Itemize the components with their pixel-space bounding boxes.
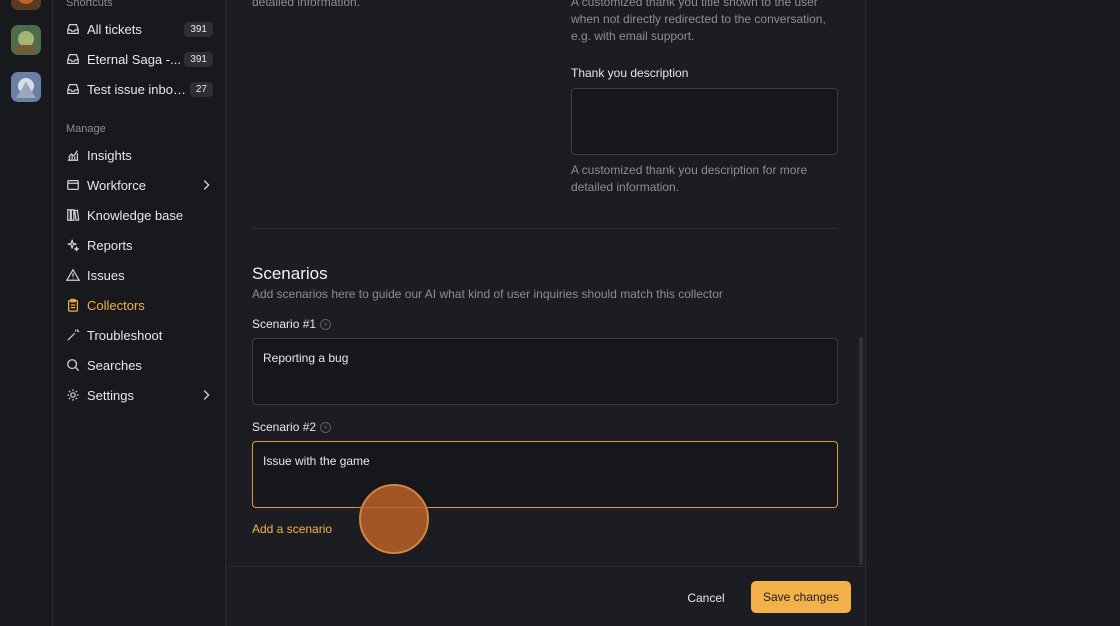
chart-icon — [66, 148, 80, 162]
thank-you-description-label: Thank you description — [571, 66, 689, 80]
sidebar-item-troubleshoot[interactable]: Troubleshoot — [58, 322, 218, 348]
shortcut-count: 27 — [189, 81, 213, 97]
scenarios-subtitle: Add scenarios here to guide our AI what … — [252, 287, 723, 301]
scenarios-heading: Scenarios — [252, 264, 328, 283]
form-footer: Cancel Save changes — [226, 566, 865, 626]
wand-icon — [66, 328, 80, 342]
shortcut-label: Eternal Saga -... — [87, 51, 181, 67]
scenario-value: Issue with the game — [263, 454, 370, 468]
sidebar-item-label: Workforce — [87, 177, 146, 193]
sidebar-item-knowledge-base[interactable]: Knowledge base — [58, 202, 218, 228]
sidebar: Shortcuts All tickets 391 Eternal Saga -… — [53, 0, 226, 626]
sidebar-item-reports[interactable]: Reports — [58, 232, 218, 258]
calendar-icon — [66, 178, 80, 192]
scenario-label-text: Scenario #1 — [252, 317, 317, 331]
workspace-avatar-3[interactable] — [11, 72, 41, 102]
manage-label: Manage — [66, 123, 106, 135]
sidebar-item-searches[interactable]: Searches — [58, 352, 218, 378]
thank-you-title-hint: A customized thank you title shown to th… — [571, 0, 826, 43]
sidebar-item-settings[interactable]: Settings — [58, 382, 218, 408]
sidebar-item-label: Knowledge base — [87, 207, 184, 223]
top-left-hint: detailed information. — [252, 0, 361, 9]
sidebar-item-label: Searches — [87, 357, 142, 373]
search-icon — [66, 358, 80, 372]
thank-you-description-field[interactable] — [571, 88, 838, 155]
scenario-1-field[interactable]: Reporting a bug — [252, 338, 838, 405]
cancel-button[interactable]: Cancel — [678, 586, 734, 610]
sidebar-item-label: Issues — [87, 267, 125, 283]
sidebar-item-label: Reports — [87, 237, 133, 253]
workspace-avatar-2[interactable] — [11, 25, 41, 55]
sidebar-item-issues[interactable]: Issues — [58, 262, 218, 288]
shortcut-eternal-saga[interactable]: Eternal Saga -... 391 — [58, 46, 218, 72]
shortcut-label: Test issue inbox... — [87, 81, 190, 97]
shortcut-label: All tickets — [87, 21, 142, 37]
right-panel — [865, 0, 1120, 626]
scenario-2-field[interactable]: Issue with the game — [252, 441, 838, 508]
shortcut-all-tickets[interactable]: All tickets 391 — [58, 16, 218, 42]
workspace-avatar-1[interactable] — [11, 0, 41, 10]
sidebar-item-label: Troubleshoot — [87, 327, 163, 343]
scenario-label-text: Scenario #2 — [252, 420, 317, 434]
inbox-icon — [66, 22, 80, 36]
shortcut-test-issue-inbox[interactable]: Test issue inbox... 27 — [58, 76, 218, 102]
thank-you-description-hint: A customized thank you description for m… — [571, 163, 808, 194]
workspace-rail — [0, 0, 53, 626]
inbox-icon — [66, 52, 80, 66]
inbox-icon — [66, 82, 80, 96]
scrollbar-thumb[interactable] — [859, 337, 863, 565]
sidebar-item-label: Insights — [87, 147, 132, 163]
chevron-right-icon[interactable] — [199, 178, 213, 192]
chevron-right-icon[interactable] — [199, 388, 213, 402]
shortcut-count: 391 — [184, 51, 213, 67]
collector-form: detailed information. A customized thank… — [226, 0, 865, 626]
warning-icon — [66, 268, 80, 282]
sparkle-icon — [66, 238, 80, 252]
books-icon — [66, 208, 80, 222]
save-changes-button[interactable]: Save changes — [751, 581, 851, 613]
sidebar-item-label: Collectors — [87, 297, 145, 313]
scenario-value: Reporting a bug — [263, 351, 349, 365]
gear-icon — [66, 388, 80, 402]
clipboard-icon — [66, 298, 80, 312]
remove-scenario-icon[interactable]: × — [320, 319, 332, 331]
click-indicator — [359, 484, 429, 554]
add-scenario-link[interactable]: Add a scenario — [252, 522, 332, 536]
shortcut-count: 391 — [184, 21, 213, 37]
remove-scenario-icon[interactable]: × — [320, 422, 332, 434]
scenario-2-label: Scenario #2 × — [252, 420, 332, 434]
sidebar-item-collectors[interactable]: Collectors — [58, 292, 218, 318]
scenario-1-label: Scenario #1 × — [252, 317, 332, 331]
shortcuts-label: Shortcuts — [66, 0, 113, 9]
sidebar-item-insights[interactable]: Insights — [58, 142, 218, 168]
sidebar-item-label: Settings — [87, 387, 134, 403]
sidebar-item-workforce[interactable]: Workforce — [58, 172, 218, 198]
section-divider — [252, 228, 838, 229]
